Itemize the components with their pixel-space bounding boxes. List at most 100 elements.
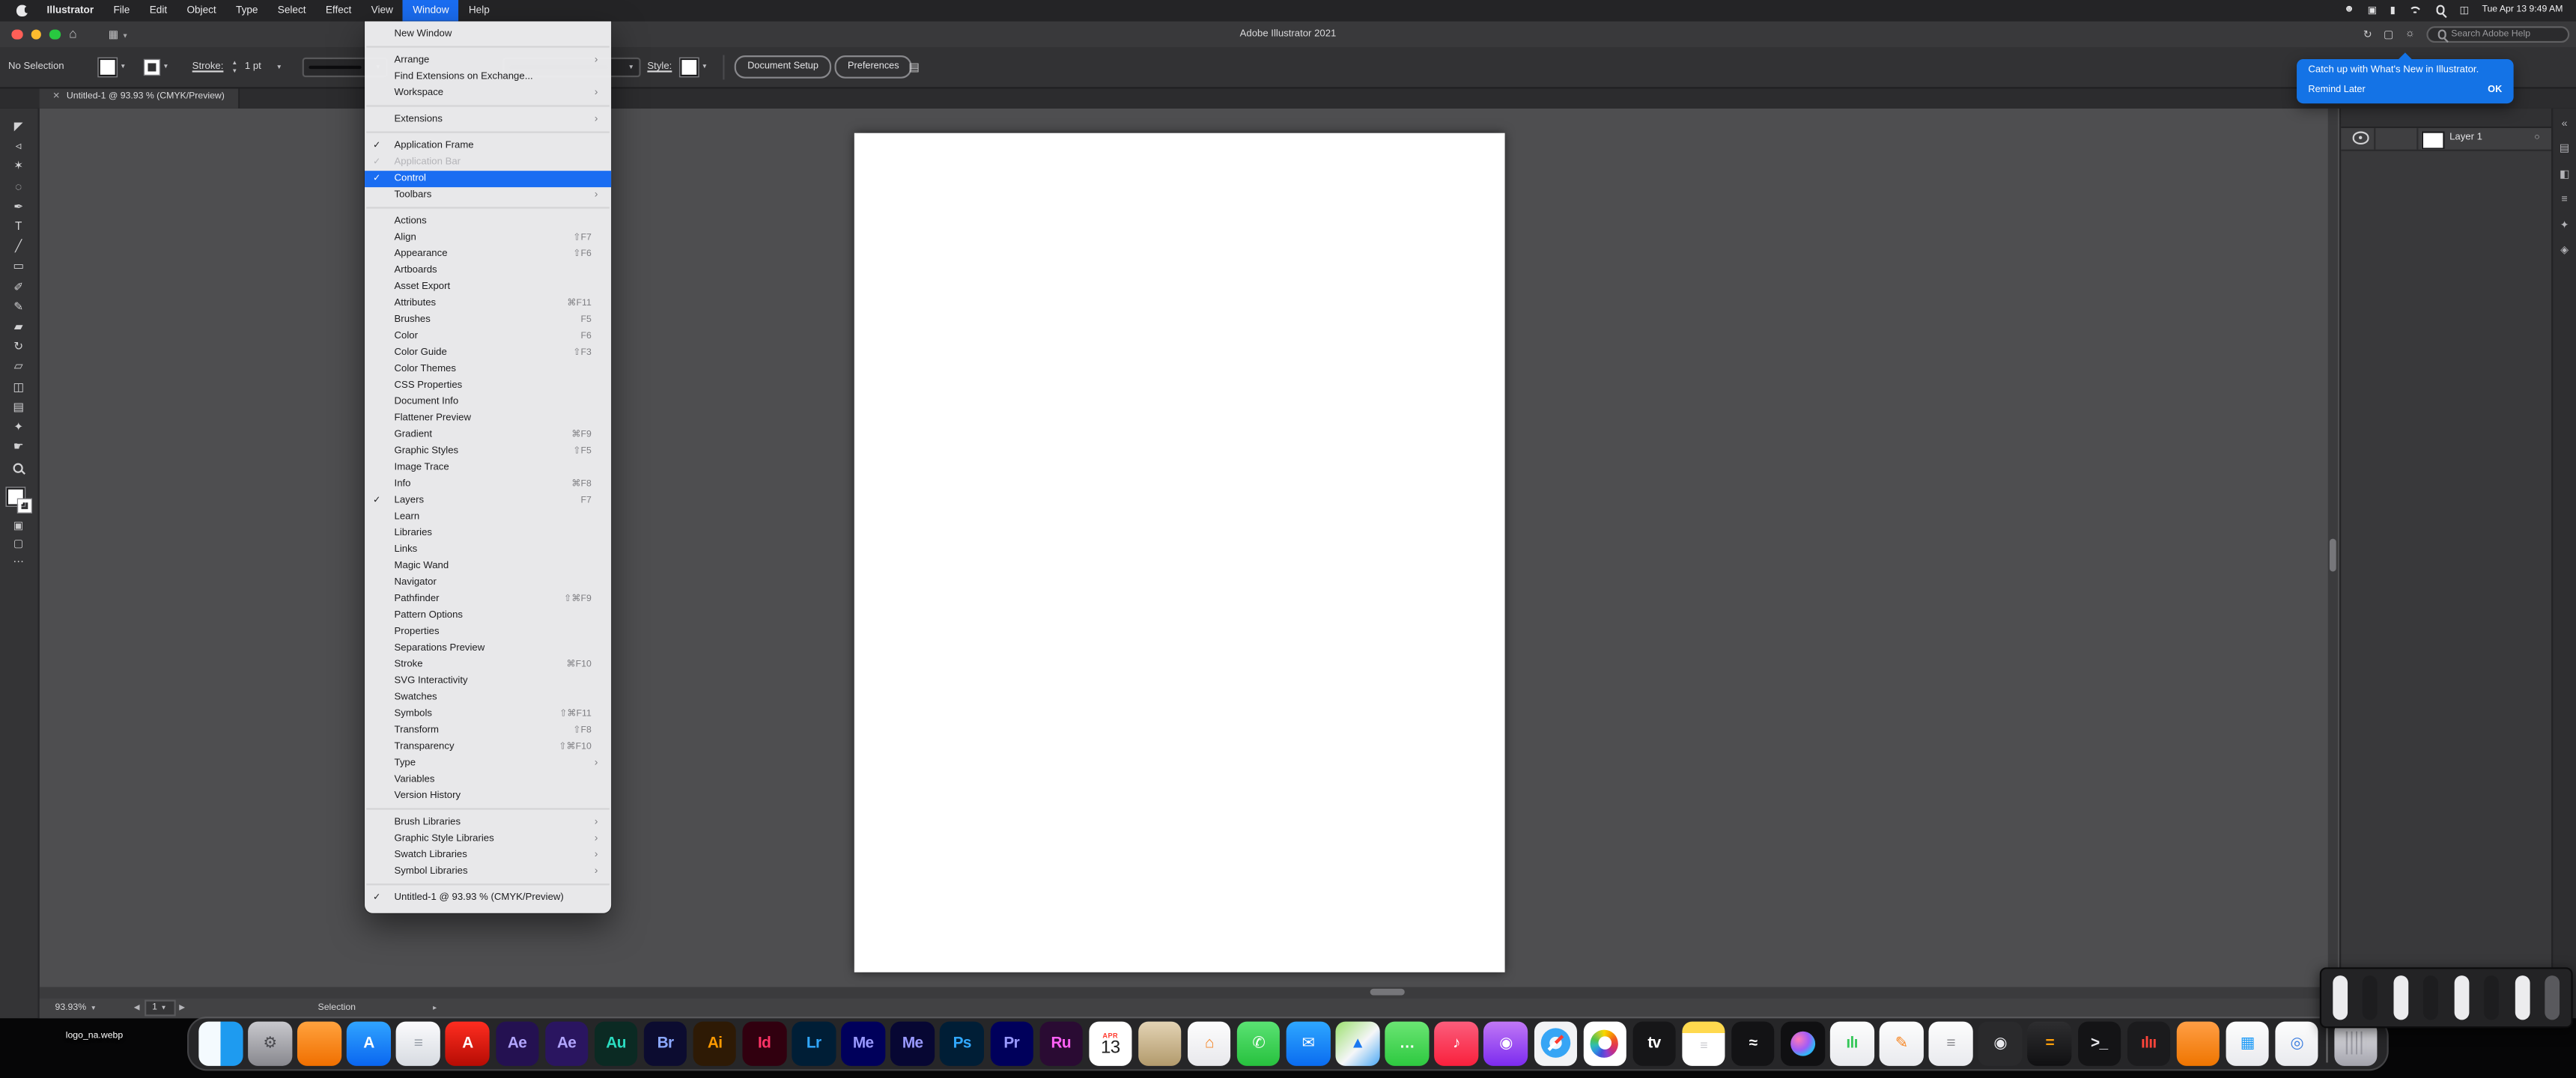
- window-menu-item[interactable]: ✓ Untitled-1 @ 93.93 % (CMYK/Preview): [365, 889, 611, 906]
- status-flyout-icon[interactable]: ▸: [433, 1003, 437, 1013]
- horizontal-scrollbar-thumb[interactable]: [1370, 988, 1404, 996]
- panel-tab-icon[interactable]: ≡: [2561, 195, 2567, 206]
- dock-messages[interactable]: …: [1385, 1022, 1429, 1065]
- window-menu-item[interactable]: Flattener Preview: [365, 409, 611, 426]
- window-menu-item[interactable]: Brushes F5: [365, 311, 611, 328]
- window-menu-item[interactable]: Attributes ⌘F11: [365, 295, 611, 311]
- dock-maps[interactable]: ▲: [1336, 1022, 1379, 1065]
- window-menu-item[interactable]: Graphic Style Libraries ›: [365, 830, 611, 847]
- dock-music[interactable]: ♪: [1435, 1022, 1478, 1065]
- wifi-icon[interactable]: [2408, 5, 2422, 15]
- window-menu-item[interactable]: Image Trace: [365, 459, 611, 475]
- menubar-item[interactable]: View: [362, 0, 404, 20]
- window-menu-item[interactable]: Asset Export: [365, 278, 611, 295]
- window-menu-item[interactable]: Magic Wand: [365, 558, 611, 574]
- pen-tool[interactable]: ✒: [0, 198, 37, 218]
- dock-textedit[interactable]: ≡: [396, 1022, 440, 1065]
- align-options-icon[interactable]: ▤: [908, 61, 920, 74]
- lasso-tool[interactable]: ◌: [0, 177, 37, 198]
- next-artboard-icon[interactable]: ▶: [179, 1003, 185, 1013]
- style-panel-link[interactable]: Style:: [647, 62, 672, 72]
- dock-podcasts[interactable]: ◉: [1484, 1022, 1528, 1065]
- dock-stocks[interactable]: ≈: [1731, 1022, 1775, 1065]
- window-menu-item[interactable]: Color F6: [365, 328, 611, 344]
- shape-builder-tool[interactable]: ◫: [0, 377, 37, 398]
- window-menu-item[interactable]: Align ⇧F7: [365, 229, 611, 246]
- dock-media-encoder[interactable]: Me: [842, 1022, 885, 1065]
- type-tool[interactable]: T: [0, 218, 37, 238]
- window-menu-item[interactable]: Links: [365, 541, 611, 558]
- preferences-button[interactable]: Preferences: [834, 55, 912, 79]
- paintbrush-tool[interactable]: ✐: [0, 278, 37, 298]
- window-menu-item[interactable]: Appearance ⇧F6: [365, 246, 611, 262]
- spotlight-search-icon[interactable]: [2435, 4, 2446, 16]
- dock-premiere-rush[interactable]: Ru: [1039, 1022, 1083, 1065]
- window-menu-item[interactable]: Stroke ⌘F10: [365, 656, 611, 672]
- menubar-item[interactable]: Type: [226, 0, 268, 20]
- dock-keynote[interactable]: ▦: [2226, 1022, 2269, 1065]
- horizontal-scrollbar[interactable]: [39, 986, 2327, 997]
- dock-media-encoder-beta[interactable]: Me: [891, 1022, 935, 1065]
- control-center-icon[interactable]: ◫: [2459, 4, 2468, 16]
- eraser-tool[interactable]: ▰: [0, 317, 37, 338]
- stroke-width-value[interactable]: 1 pt: [245, 62, 261, 72]
- window-menu-item[interactable]: New Window: [365, 25, 611, 42]
- window-menu-item[interactable]: Swatches: [365, 689, 611, 705]
- window-menu-item[interactable]: Pattern Options: [365, 607, 611, 624]
- hand-tool[interactable]: ☛: [0, 438, 37, 458]
- menubar-item[interactable]: Select: [268, 0, 316, 20]
- dock-home[interactable]: ⌂: [1188, 1022, 1231, 1065]
- layout-switcher-icon[interactable]: ▦▼: [109, 28, 129, 41]
- dock-calculator[interactable]: =: [2028, 1022, 2071, 1065]
- dock-acrobat[interactable]: A: [446, 1022, 489, 1065]
- window-menu-item[interactable]: Graphic Styles ⇧F5: [365, 442, 611, 459]
- menubar-item[interactable]: Object: [177, 0, 226, 20]
- desktop-file-label[interactable]: logo_na.webp: [66, 1032, 123, 1041]
- stroke-width-stepper[interactable]: ▲▼: [231, 61, 237, 73]
- dock-photo-booth[interactable]: ◉: [1978, 1022, 2022, 1065]
- dock-automator[interactable]: [1138, 1022, 1182, 1065]
- layer-target-icon[interactable]: ○: [2534, 133, 2539, 143]
- gradient-tool[interactable]: ▤: [0, 398, 37, 418]
- window-menu-item[interactable]: Document Info: [365, 393, 611, 409]
- window-menu-item[interactable]: Separations Preview: [365, 640, 611, 657]
- window-menu-item[interactable]: Libraries: [365, 525, 611, 541]
- battery-icon[interactable]: ▮: [2390, 4, 2396, 16]
- menubar-item[interactable]: Effect: [316, 0, 362, 20]
- window-menu-item[interactable]: Find Extensions on Exchange...: [365, 68, 611, 85]
- selection-tool[interactable]: ◤: [0, 118, 37, 138]
- window-menu-item[interactable]: Version History: [365, 788, 611, 804]
- layer-visibility-eye-icon[interactable]: [2353, 132, 2369, 144]
- collapse-panels-icon[interactable]: «: [2562, 119, 2568, 130]
- window-menu-item[interactable]: Color Guide ⇧F3: [365, 344, 611, 361]
- window-menu-item[interactable]: Info ⌘F8: [365, 475, 611, 492]
- window-menu-item[interactable]: Symbols ⇧⌘F11: [365, 705, 611, 722]
- vertical-scrollbar[interactable]: [2327, 108, 2338, 987]
- dock-calendar[interactable]: APR 13: [1089, 1022, 1132, 1065]
- layer-thumbnail[interactable]: [2422, 130, 2445, 148]
- dock-terminal[interactable]: >_: [2077, 1022, 2121, 1065]
- dock-after-effects[interactable]: Ae: [495, 1022, 538, 1065]
- display-icon[interactable]: ▣: [2368, 4, 2377, 16]
- dock-photoshop[interactable]: Ps: [941, 1022, 984, 1065]
- drawing-mode-button[interactable]: ▣: [0, 517, 37, 535]
- window-menu-item[interactable]: Extensions ›: [365, 111, 611, 127]
- minimize-window-button[interactable]: [31, 28, 41, 39]
- help-search-input[interactable]: Search Adobe Help: [2426, 25, 2569, 43]
- magic-wand-tool[interactable]: ✶: [0, 157, 37, 177]
- dock-mail[interactable]: ✉: [1287, 1022, 1330, 1065]
- arrange-documents-icon[interactable]: ▢: [2384, 28, 2394, 41]
- window-menu-item[interactable]: Swatch Libraries ›: [365, 847, 611, 863]
- panel-tab-icon[interactable]: ✦: [2560, 221, 2569, 231]
- dock-siri[interactable]: [1781, 1022, 1824, 1065]
- rotate-tool[interactable]: ↻: [0, 338, 37, 358]
- style-swatch[interactable]: ▼: [680, 58, 708, 76]
- dock-finder[interactable]: [198, 1022, 242, 1065]
- artboard-number-field[interactable]: 1 ▼: [144, 999, 175, 1017]
- stroke-panel-link[interactable]: Stroke:: [192, 62, 224, 72]
- document-setup-button[interactable]: Document Setup: [735, 55, 832, 79]
- panel-tab-icon[interactable]: ▤: [2560, 144, 2570, 155]
- window-menu-item[interactable]: Pathfinder ⇧⌘F9: [365, 591, 611, 607]
- close-tab-icon[interactable]: ✕: [52, 92, 60, 102]
- window-menu-item[interactable]: Actions: [365, 213, 611, 229]
